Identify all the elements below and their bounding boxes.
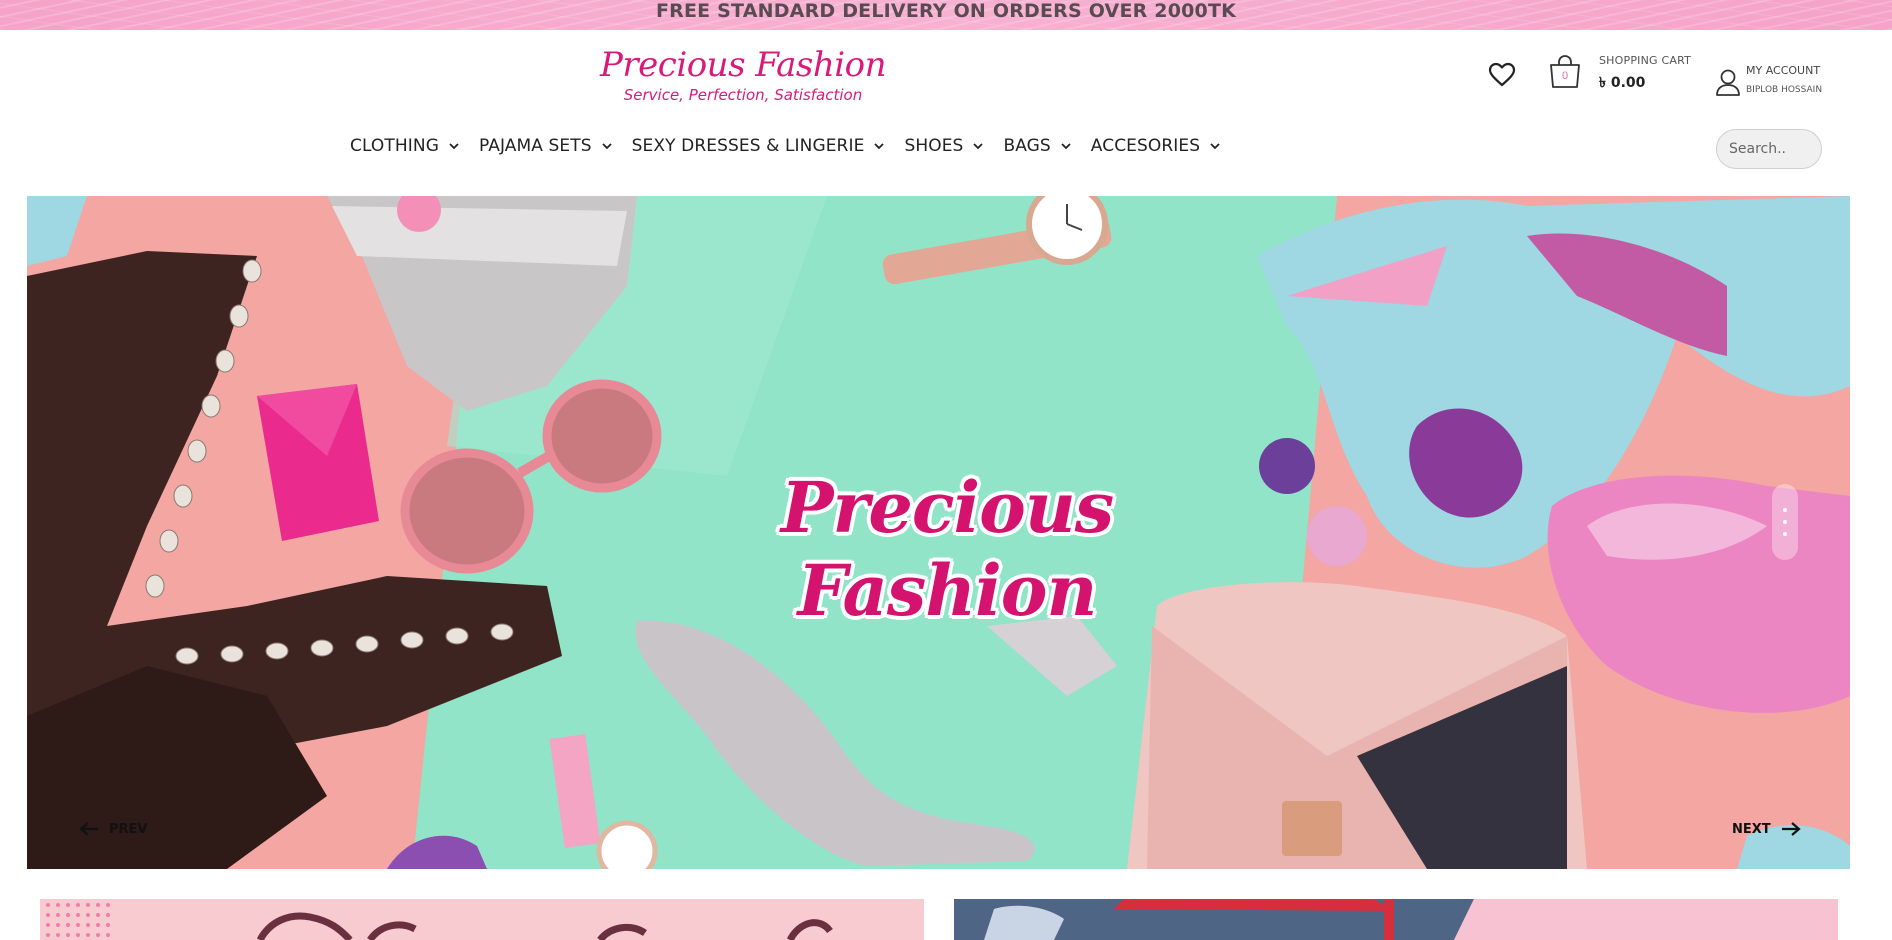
slider-dots[interactable] [1772, 484, 1798, 560]
account-link[interactable]: MY ACCOUNT BIPLOB HOSSAIN [1746, 64, 1822, 95]
nav-item-label: CLOTHING [350, 136, 439, 156]
cart-label: SHOPPING CART [1599, 54, 1692, 67]
slider-dot[interactable] [1783, 508, 1787, 512]
account-username: BIPLOB HOSSAIN [1746, 85, 1823, 95]
account-label: MY ACCOUNT [1746, 64, 1821, 77]
hero-slider[interactable]: Precious Fashion PREV NEXT [27, 196, 1850, 869]
nav-item-sexy-dresses-lingerie[interactable]: SEXY DRESSES & LINGERIE [632, 136, 887, 156]
nav-item-label: PAJAMA SETS [479, 136, 592, 156]
nav-item-shoes[interactable]: SHOES [904, 136, 985, 156]
promo-banner-right[interactable] [954, 899, 1838, 940]
cart-summary[interactable]: SHOPPING CART ৳ 0.00 [1599, 54, 1691, 95]
heart-icon[interactable] [1488, 62, 1516, 88]
slider-dot[interactable] [1783, 532, 1787, 536]
main-nav: CLOTHING PAJAMA SETS SEXY DRESSES & LING… [350, 136, 1240, 156]
chevron-down-icon [602, 143, 612, 150]
nav-item-accesories[interactable]: ACCESORIES [1091, 136, 1222, 156]
chevron-down-icon [449, 143, 459, 150]
chevron-down-icon [973, 143, 984, 150]
arrow-right-icon [1781, 822, 1801, 836]
nav-item-label: ACCESORIES [1090, 136, 1201, 156]
nav-item-pajama-sets[interactable]: PAJAMA SETS [479, 136, 614, 156]
slider-prev-button[interactable]: PREV [79, 821, 147, 837]
nav-item-bags[interactable]: BAGS [1003, 136, 1072, 156]
search-input[interactable] [1716, 129, 1822, 169]
nav-item-clothing[interactable]: CLOTHING [350, 136, 461, 156]
promo-banner-left[interactable] [40, 899, 924, 940]
slider-prev-label: PREV [109, 821, 148, 837]
announcement-bar: FREE STANDARD DELIVERY ON ORDERS OVER 20… [0, 0, 1892, 30]
nav-item-label: SEXY DRESSES & LINGERIE [631, 136, 865, 156]
slider-next-button[interactable]: NEXT [1732, 821, 1801, 837]
slider-dot[interactable] [1783, 520, 1787, 524]
chevron-down-icon [874, 143, 885, 150]
promo-banner-right-image [954, 899, 1838, 940]
cart-count-badge[interactable]: 0 [1558, 70, 1572, 82]
slider-next-label: NEXT [1732, 821, 1771, 837]
logo-title: Precious Fashion [600, 45, 886, 85]
user-icon[interactable] [1715, 68, 1741, 96]
hero-title: Precious Fashion [780, 466, 1114, 632]
logo-tagline: Service, Perfection, Satisfaction [623, 86, 863, 104]
site-logo[interactable]: Precious Fashion Service, Perfection, Sa… [600, 46, 886, 104]
chevron-down-icon [1061, 143, 1071, 150]
nav-item-label: SHOES [904, 136, 964, 156]
arrow-left-icon [79, 822, 98, 836]
nav-item-label: BAGS [1003, 136, 1051, 156]
promo-banner-left-image [40, 899, 924, 940]
chevron-down-icon [1210, 143, 1220, 150]
announcement-text: FREE STANDARD DELIVERY ON ORDERS OVER 20… [655, 0, 1237, 22]
cart-amount: ৳ 0.00 [1599, 75, 1646, 91]
